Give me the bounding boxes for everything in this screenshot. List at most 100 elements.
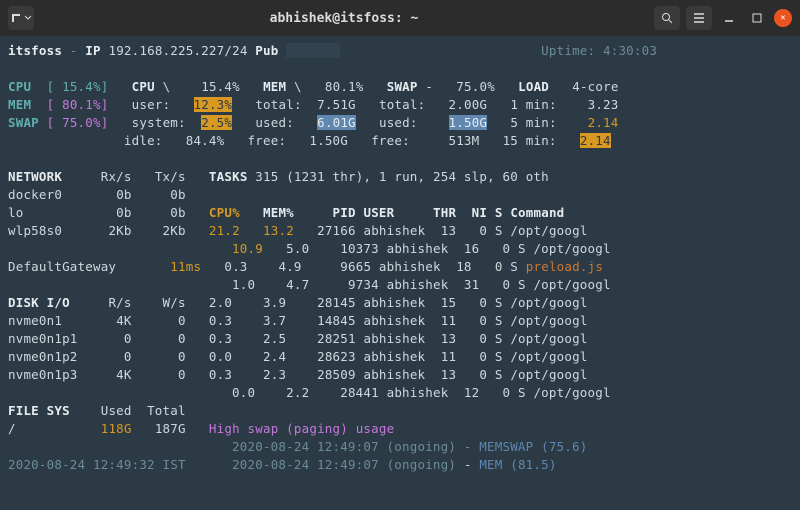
swap-used-v: 1.50G (449, 115, 488, 130)
p7-cmd: /opt/googl (510, 349, 587, 364)
new-tab-button[interactable] (8, 6, 34, 30)
p4-ni: 0 (479, 295, 487, 310)
menu-button[interactable] (686, 6, 712, 30)
p5-thr: 11 (441, 313, 456, 328)
p9-thr: 12 (464, 385, 479, 400)
th-mem[interactable]: MEM% (263, 205, 294, 220)
p1-user: abhishek (387, 241, 449, 256)
p8-mem: 2.3 (263, 367, 286, 382)
p3-ni: 0 (503, 277, 511, 292)
fs-total: 187G (155, 421, 186, 436)
tasks-title: TASKS (209, 169, 248, 184)
p9-user: abhishek (387, 385, 449, 400)
cpu-user-l: user: (132, 97, 171, 112)
mem-title: MEM (263, 79, 286, 94)
p7-thr: 11 (441, 349, 456, 364)
mem-spark: \ (294, 79, 302, 94)
th-user[interactable]: USER (363, 205, 394, 220)
p2-user: abhishek (379, 259, 441, 274)
load-m15-v: 2.14 (580, 133, 611, 148)
net-if-2: wlp58s0 (8, 223, 62, 238)
swap-used-l: used: (379, 115, 418, 130)
mem-free-l: free: (248, 133, 287, 148)
p1-cpu: 10.9 (232, 241, 263, 256)
th-thr[interactable]: THR (433, 205, 456, 220)
cpu-spark: \ (163, 79, 171, 94)
p8-s: S (495, 367, 503, 382)
p9-pid: 28441 (340, 385, 379, 400)
p6-pid: 28251 (317, 331, 356, 346)
bar-swap-value: 75.0% (62, 115, 101, 130)
search-button[interactable] (654, 6, 680, 30)
p0-user: abhishek (363, 223, 425, 238)
p9-ni: 0 (503, 385, 511, 400)
swap-spark: - (425, 79, 433, 94)
d2r: 0 (124, 349, 132, 364)
alert-1-sep: - (464, 457, 472, 472)
p5-cpu: 0.3 (209, 313, 232, 328)
th-ni[interactable]: NI (472, 205, 487, 220)
bar-swap-label: SWAP (8, 115, 39, 130)
p2-cpu: 0.3 (224, 259, 247, 274)
p0-mem: 13.2 (263, 223, 294, 238)
th-cpu[interactable]: CPU% (209, 205, 240, 220)
mem-total-l: total: (255, 97, 301, 112)
mem-val: 80.1% (325, 79, 364, 94)
fs-title: FILE SYS (8, 403, 70, 418)
maximize-button[interactable] (746, 7, 768, 29)
terminal-output[interactable]: itsfoss - IP 192.168.225.227/24 Pub XXX … (0, 36, 800, 510)
p5-s: S (495, 313, 503, 328)
p7-cpu: 0.0 (209, 349, 232, 364)
p0-ni: 0 (479, 223, 487, 238)
net-tx-1: 0b (170, 205, 185, 220)
d2: nvme0n1p2 (8, 349, 78, 364)
mem-used-l: used: (255, 115, 294, 130)
th-pid[interactable]: PID (333, 205, 356, 220)
p0-cpu: 21.2 (209, 223, 240, 238)
net-title: NETWORK (8, 169, 62, 184)
th-s[interactable]: S (495, 205, 503, 220)
p1-cmd: /opt/googl (533, 241, 610, 256)
p9-mem: 2.2 (286, 385, 309, 400)
alert-0-sep: - (464, 439, 472, 454)
p3-cmd: /opt/googl (533, 277, 610, 292)
p6-user: abhishek (363, 331, 425, 346)
p3-mem: 4.7 (286, 277, 309, 292)
disk-wh: W/s (163, 295, 186, 310)
minimize-button[interactable] (718, 7, 740, 29)
alert-0-msg: MEMSWAP (75.6) (479, 439, 587, 454)
cpu-sys-l: system: (132, 115, 186, 130)
uptime-label: Uptime: (541, 43, 595, 58)
p2-cmd: preload.js (526, 259, 603, 274)
mem-used-v: 6.01G (317, 115, 356, 130)
pub-label: Pub (255, 43, 278, 58)
p2-ni: 0 (495, 259, 503, 274)
d0w: 0 (178, 313, 186, 328)
bar-mem-label: MEM (8, 97, 31, 112)
p4-thr: 15 (441, 295, 456, 310)
hostname: itsfoss (8, 43, 62, 58)
alert-1-ts: 2020-08-24 12:49:07 (ongoing) (232, 457, 456, 472)
p1-s: S (518, 241, 526, 256)
p5-pid: 14845 (317, 313, 356, 328)
th-cmd[interactable]: Command (510, 205, 564, 220)
d3r: 4K (116, 367, 131, 382)
p6-ni: 0 (479, 331, 487, 346)
cpu-title: CPU (132, 79, 155, 94)
p2-thr: 18 (456, 259, 471, 274)
cpu-idle-v: 84.4% (186, 133, 225, 148)
p0-pid: 27166 (317, 223, 356, 238)
bracket: [ (47, 115, 55, 130)
swap-val: 75.0% (456, 79, 495, 94)
close-button[interactable]: ✕ (774, 9, 792, 27)
load-m5-v: 2.14 (588, 115, 619, 130)
alert-title: High swap (paging) usage (209, 421, 394, 436)
d1w: 0 (178, 331, 186, 346)
cpu-val: 15.4% (201, 79, 240, 94)
p6-mem: 2.5 (263, 331, 286, 346)
bracket: ] (101, 97, 109, 112)
p6-s: S (495, 331, 503, 346)
cpu-idle-l: idle: (124, 133, 163, 148)
d3: nvme0n1p3 (8, 367, 78, 382)
load-m1-l: 1 min: (510, 97, 556, 112)
